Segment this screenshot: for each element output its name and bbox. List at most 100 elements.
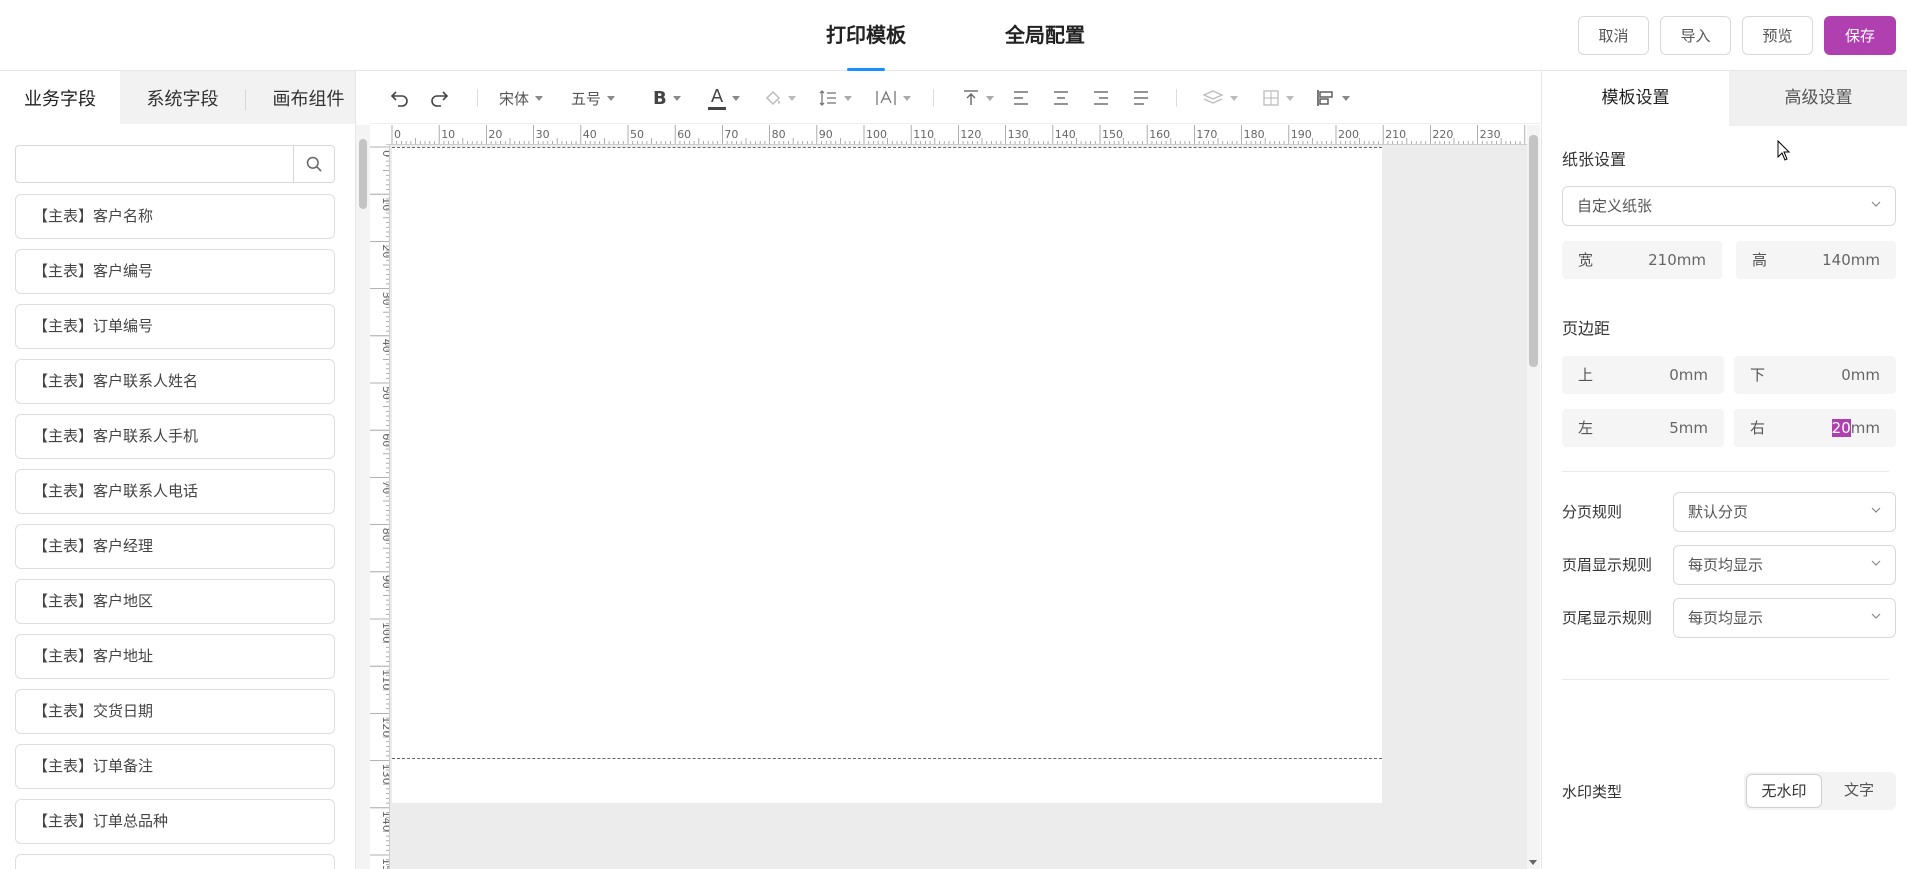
- chevron-down-icon: [1871, 507, 1881, 513]
- field-item[interactable]: 【主表】客户经理: [15, 524, 335, 569]
- redo-button[interactable]: [429, 85, 449, 111]
- toolbar-divider: [1176, 89, 1177, 107]
- tab-print-template-label: 打印模板: [826, 23, 906, 47]
- paper-height-label: 高: [1752, 251, 1768, 269]
- vertical-align-top-icon: [964, 90, 978, 105]
- ruler-label: 210: [1385, 128, 1406, 141]
- cancel-button[interactable]: 取消: [1578, 16, 1649, 55]
- paper-page[interactable]: [392, 147, 1382, 803]
- field-item-partial[interactable]: [15, 854, 335, 869]
- line-height-icon: [819, 90, 836, 106]
- import-button[interactable]: 导入: [1660, 16, 1731, 55]
- letter-spacing-icon: [876, 90, 896, 105]
- field-panel: 业务字段 系统字段 画布组件 【主表】客户名称 【主表】客户编号 【主表】订单编号【…: [0, 71, 356, 869]
- undo-button[interactable]: [390, 85, 410, 111]
- margin-bottom-input[interactable]: 下 0mm: [1734, 356, 1896, 394]
- scrollbar-thumb[interactable]: [1529, 135, 1538, 367]
- tab-system-fields[interactable]: 系统字段: [120, 71, 245, 124]
- margin-bottom-value: 0mm: [1841, 366, 1880, 384]
- page-break-rule-select[interactable]: 默认分页: [1673, 492, 1896, 532]
- field-item[interactable]: 【主表】客户联系人手机: [15, 414, 335, 459]
- watermark-text-option[interactable]: 文字: [1824, 772, 1894, 810]
- paper-height-input[interactable]: 高 140mm: [1736, 241, 1896, 279]
- field-item[interactable]: 【主表】客户地区: [15, 579, 335, 624]
- caret-down-icon: [788, 95, 796, 101]
- position-align-button[interactable]: [1316, 85, 1350, 111]
- tab-advanced-settings[interactable]: 高级设置: [1729, 71, 1907, 126]
- tab-business-fields[interactable]: 业务字段: [0, 71, 120, 124]
- field-item[interactable]: 【主表】交货日期: [15, 689, 335, 734]
- font-color-button[interactable]: A: [708, 85, 740, 111]
- header-display-rule-select[interactable]: 每页均显示: [1673, 545, 1896, 585]
- font-color-bar: [708, 107, 726, 110]
- scrollbar-thumb[interactable]: [359, 139, 367, 209]
- scroll-down-arrow-icon[interactable]: [1529, 860, 1537, 865]
- tab-global-config[interactable]: 全局配置: [1005, 0, 1085, 71]
- bold-icon: B: [653, 87, 667, 109]
- ruler-label: 60: [380, 433, 390, 447]
- toolbar-divider: [933, 89, 934, 107]
- paper-width-input[interactable]: 宽 210mm: [1562, 241, 1722, 279]
- ruler-label: 200: [1338, 128, 1359, 141]
- search-input[interactable]: [16, 146, 294, 182]
- canvas-scrollbar[interactable]: [1527, 125, 1540, 869]
- align-center-button[interactable]: [1052, 85, 1070, 111]
- ruler-label: 110: [380, 669, 390, 690]
- ruler-label: 190: [1291, 128, 1312, 141]
- field-item[interactable]: 【主表】客户编号: [15, 249, 335, 294]
- font-size-select[interactable]: 五号: [571, 85, 616, 111]
- field-item[interactable]: 【主表】客户联系人电话: [15, 469, 335, 514]
- caret-down-icon: [535, 95, 544, 101]
- layer-button[interactable]: [1202, 85, 1238, 111]
- watermark-none-option[interactable]: 无水印: [1746, 774, 1822, 808]
- tab-canvas-components[interactable]: 画布组件: [246, 71, 355, 124]
- preview-button[interactable]: 预览: [1742, 16, 1813, 55]
- selected-text: 20: [1831, 419, 1851, 437]
- bold-button[interactable]: B: [653, 85, 681, 111]
- paper-type-select[interactable]: 自定义纸张: [1562, 186, 1896, 226]
- field-item[interactable]: 【主表】客户联系人姓名: [15, 359, 335, 404]
- align-right-button[interactable]: [1092, 85, 1110, 111]
- margin-left-input[interactable]: 左 5mm: [1562, 409, 1724, 447]
- field-search: [15, 145, 335, 183]
- field-item[interactable]: 【主表】订单备注: [15, 744, 335, 789]
- caret-down-icon: [986, 95, 994, 101]
- align-justify-button[interactable]: [1132, 85, 1150, 111]
- font-family-select[interactable]: 宋体: [499, 85, 544, 111]
- tab-template-settings[interactable]: 模板设置: [1542, 71, 1729, 126]
- ruler-label: 130: [1008, 128, 1029, 141]
- ruler-label: 180: [1244, 128, 1265, 141]
- letter-spacing-button[interactable]: [875, 85, 911, 111]
- border-button[interactable]: [1262, 85, 1294, 111]
- field-item[interactable]: 【主表】客户名称: [15, 194, 335, 239]
- paper-width-value: 210mm: [1648, 251, 1706, 269]
- ruler-label: 10: [441, 128, 455, 141]
- align-center-icon: [1054, 91, 1068, 105]
- section-divider: [1562, 679, 1889, 680]
- field-item[interactable]: 【主表】客户地址: [15, 634, 335, 679]
- fill-color-button[interactable]: [764, 85, 796, 111]
- align-justify-icon: [1134, 91, 1148, 105]
- design-canvas[interactable]: 0 10 20 30 40 50 60 70 80 90 100 110 120 130 140 150 160…: [370, 125, 1527, 869]
- vertical-align-button[interactable]: [962, 85, 994, 111]
- margin-right-input[interactable]: 右 20mm: [1734, 409, 1896, 447]
- field-list-scrollbar[interactable]: [356, 125, 370, 869]
- footer-display-rule-select[interactable]: 每页均显示: [1673, 598, 1896, 638]
- ruler-label: 20: [380, 244, 390, 258]
- field-item[interactable]: 【主表】订单编号: [15, 304, 335, 349]
- format-toolbar: 宋体 五号 B A: [370, 71, 1540, 124]
- fill-color-icon: [765, 90, 781, 106]
- font-color-icon: A: [708, 86, 726, 110]
- margin-top-input[interactable]: 上 0mm: [1562, 356, 1724, 394]
- save-button[interactable]: 保存: [1824, 16, 1896, 55]
- page-break-rule-label: 分页规则: [1562, 503, 1623, 521]
- tab-print-template[interactable]: 打印模板: [826, 0, 906, 71]
- search-button[interactable]: [293, 146, 334, 182]
- section-divider: [1562, 471, 1889, 472]
- position-align-icon: [1317, 90, 1333, 106]
- line-height-button[interactable]: [818, 85, 852, 111]
- ruler-label: 170: [1196, 128, 1217, 141]
- align-left-button[interactable]: [1012, 85, 1030, 111]
- field-item[interactable]: 【主表】订单总品种: [15, 799, 335, 844]
- align-right-icon: [1094, 91, 1108, 105]
